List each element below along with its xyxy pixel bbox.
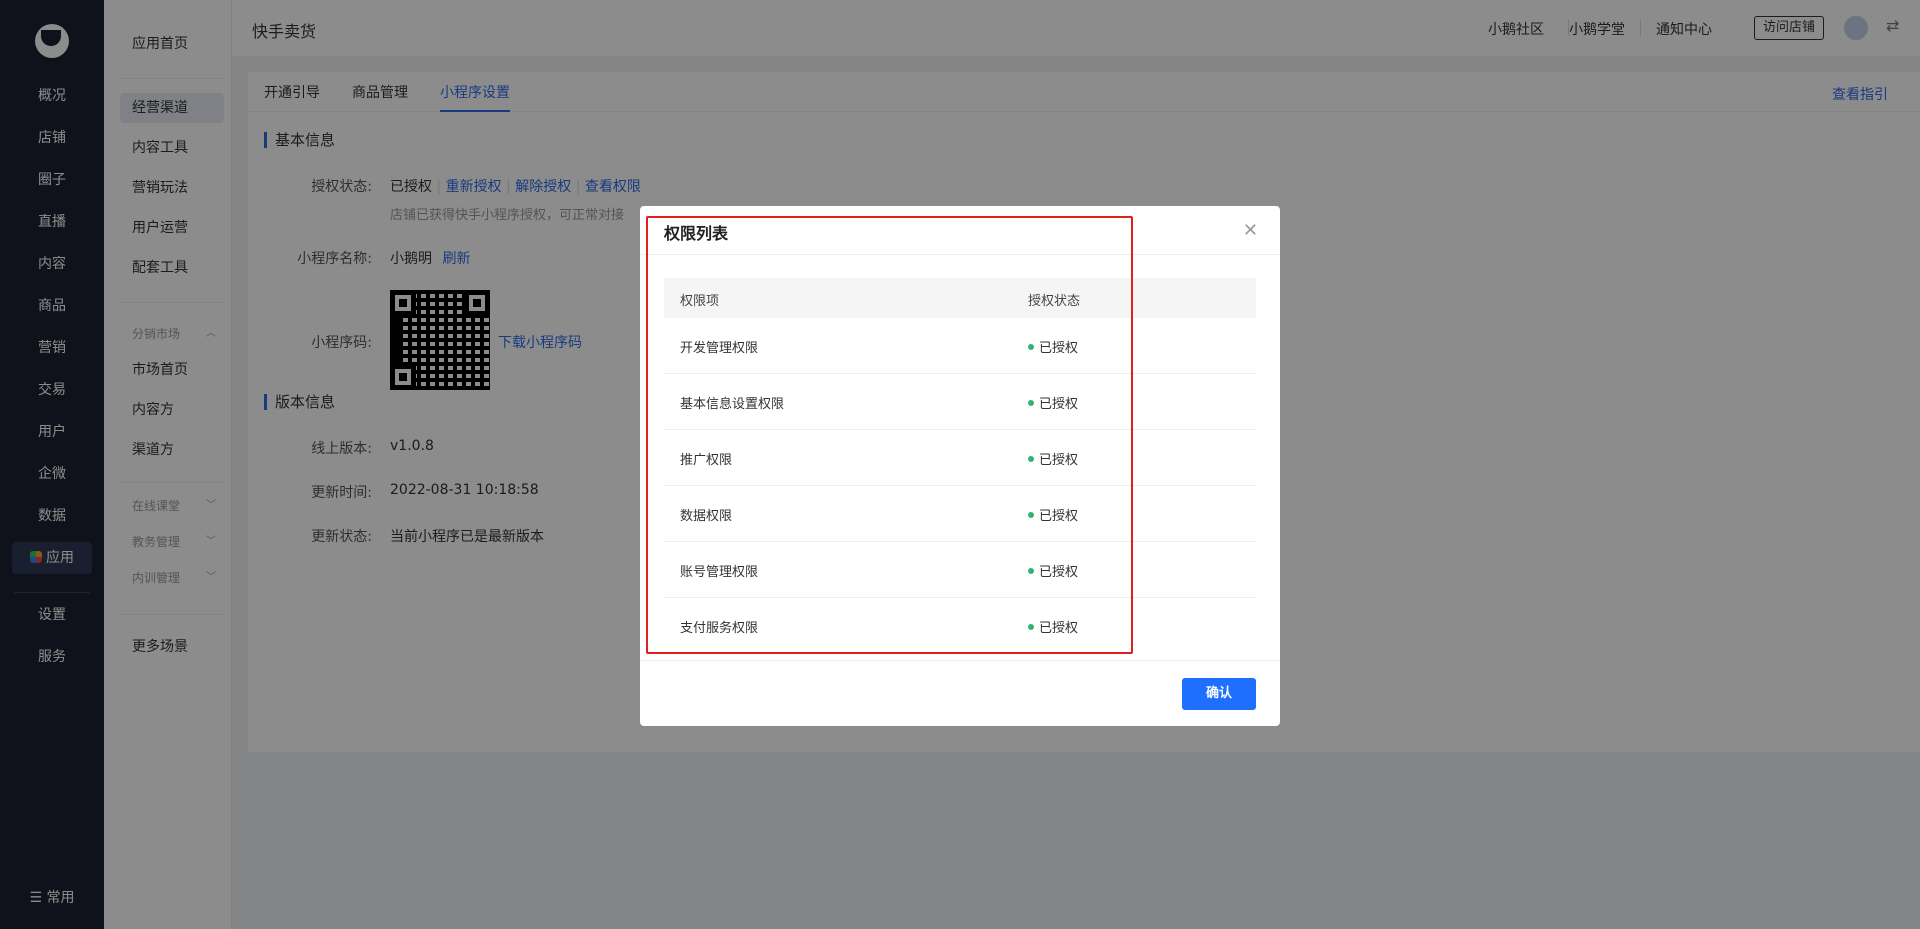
- table-header: 权限项 授权状态: [664, 278, 1256, 318]
- permission-status: 已授权: [1028, 617, 1078, 636]
- modal-divider: [640, 254, 1280, 255]
- close-icon[interactable]: ✕: [1243, 220, 1258, 241]
- table-row: 推广权限 已授权: [664, 430, 1256, 486]
- permission-name: 基本信息设置权限: [680, 397, 785, 412]
- permissions-table: 权限项 授权状态 开发管理权限 已授权 基本信息设置权限 已授权 推广权限 已授…: [664, 278, 1256, 654]
- confirm-button[interactable]: 确认: [1182, 678, 1256, 710]
- modal-divider: [640, 660, 1280, 661]
- column-header-item: 权限项: [680, 294, 720, 309]
- permission-name: 支付服务权限: [680, 621, 759, 636]
- permission-name: 数据权限: [680, 509, 733, 524]
- permission-status: 已授权: [1028, 393, 1078, 412]
- permissions-modal: 权限列表 ✕ 权限项 授权状态 开发管理权限 已授权 基本信息设置权限 已授权 …: [640, 206, 1280, 726]
- permission-status: 已授权: [1028, 561, 1078, 580]
- column-header-status: 授权状态: [1028, 294, 1081, 309]
- permission-name: 账号管理权限: [680, 565, 759, 580]
- permission-name: 推广权限: [680, 453, 733, 468]
- table-row: 开发管理权限 已授权: [664, 318, 1256, 374]
- permission-status: 已授权: [1028, 505, 1078, 524]
- table-row: 支付服务权限 已授权: [664, 598, 1256, 654]
- table-row: 账号管理权限 已授权: [664, 542, 1256, 598]
- table-row: 基本信息设置权限 已授权: [664, 374, 1256, 430]
- permission-name: 开发管理权限: [680, 341, 759, 356]
- table-row: 数据权限 已授权: [664, 486, 1256, 542]
- permission-status: 已授权: [1028, 449, 1078, 468]
- permission-status: 已授权: [1028, 337, 1078, 356]
- modal-title: 权限列表: [664, 224, 729, 243]
